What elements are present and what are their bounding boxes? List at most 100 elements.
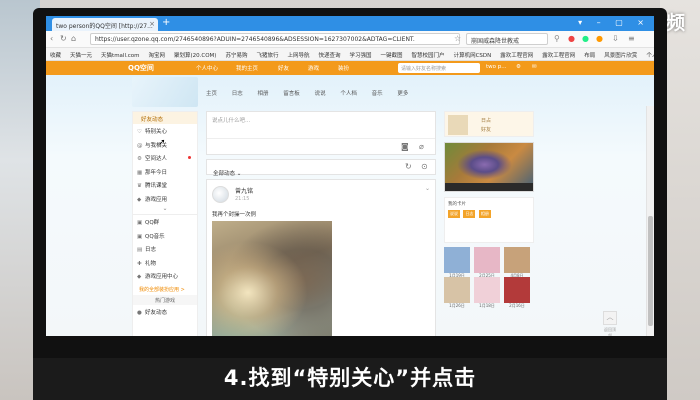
nav-album[interactable]: 相册 bbox=[258, 91, 269, 97]
avatar[interactable] bbox=[212, 186, 229, 203]
card-button-1[interactable]: 说说 bbox=[448, 210, 460, 218]
nav-messageboard[interactable]: 留言板 bbox=[283, 91, 300, 97]
extension-icon-3[interactable]: ● bbox=[596, 34, 603, 43]
friend-tile[interactable]: 4月8日 bbox=[504, 247, 530, 278]
bookmark-item[interactable]: 一键截图 bbox=[381, 53, 403, 59]
friend-tile[interactable]: 2月16日 bbox=[504, 277, 530, 308]
browser-search-input[interactable]: 崩国威森降世教戒 bbox=[466, 33, 548, 45]
sidebar-item-label: QQ群 bbox=[145, 220, 160, 226]
bookmark-item[interactable]: 聚划算(20.COM) bbox=[174, 53, 216, 59]
user-name[interactable]: two p... bbox=[486, 64, 507, 70]
qzone-search-input[interactable]: 请输入好友名称搜索 bbox=[398, 63, 480, 73]
sidebar-item-a-5[interactable]: ◆ 游戏应用 bbox=[133, 192, 197, 206]
bookmark-item[interactable]: 布局 bbox=[584, 53, 595, 59]
sidebar-item-label: 游戏应用中心 bbox=[145, 274, 179, 280]
search-icon[interactable]: ⚲ bbox=[554, 34, 560, 43]
bookmark-item[interactable]: 上网导航 bbox=[287, 53, 309, 59]
bookmark-item[interactable]: 飞猪旅行 bbox=[256, 53, 278, 59]
scroll-thumb[interactable] bbox=[648, 216, 653, 326]
bookmark-item[interactable]: 天猫tmall.com bbox=[101, 53, 139, 59]
card-button-3[interactable]: 相册 bbox=[478, 210, 491, 218]
menu-friends[interactable]: 好友 bbox=[278, 64, 289, 72]
nav-profile[interactable]: 个人档 bbox=[340, 91, 357, 97]
refresh-icon[interactable]: ↻ bbox=[60, 34, 67, 43]
menu-personal-center[interactable]: 个人中心 bbox=[196, 64, 218, 72]
sidebar-item-b-0[interactable]: ▣ QQ群 bbox=[133, 215, 197, 229]
sidebar-item-a-4[interactable]: ♛ 腾讯课堂 bbox=[133, 178, 197, 192]
sidebar-item-a-2[interactable]: ⚙ 空间达人 bbox=[133, 151, 197, 165]
url-input[interactable]: https://user.qzone.qq.com/2746540896?ADU… bbox=[90, 33, 460, 45]
sidebar-item-label: 礼物 bbox=[145, 260, 157, 267]
nav-home[interactable]: 主页 bbox=[206, 91, 217, 97]
nav-more[interactable]: 更多 bbox=[397, 91, 408, 97]
sidebar-item-b-2[interactable]: ▤ 日志 bbox=[133, 242, 197, 256]
nav-music[interactable]: 音乐 bbox=[372, 91, 383, 97]
settings-feed-icon[interactable]: ⊙ bbox=[421, 162, 428, 171]
card-button-2[interactable]: 日志 bbox=[463, 210, 476, 218]
post-photo[interactable] bbox=[212, 221, 332, 336]
back-to-top-button[interactable]: ︿ bbox=[603, 311, 617, 325]
friend-tile[interactable]: 1月26日 bbox=[444, 277, 470, 308]
bookmark-item[interactable]: 风景图片欣赏 bbox=[604, 53, 637, 59]
star-icon[interactable]: ☆ bbox=[454, 34, 461, 43]
browser-tab[interactable]: two person的QQ空间 [http://27... × bbox=[52, 18, 158, 31]
attach-icon[interactable]: ⌀ bbox=[419, 142, 424, 151]
qzone-logo[interactable]: QQ空间 bbox=[128, 63, 154, 73]
sidebar-item-b-3[interactable]: ✚ 礼物 bbox=[133, 256, 197, 270]
close-icon[interactable]: × bbox=[149, 20, 155, 28]
bookmark-item[interactable]: 收藏 bbox=[50, 53, 61, 59]
settings-icon[interactable]: ⚙ bbox=[516, 64, 521, 70]
birthday-tiles: 1月19日 2月25日 4月8日 1月26日 1月18日 2月16日 bbox=[444, 247, 534, 308]
nav-shuoshuo[interactable]: 说说 bbox=[315, 91, 326, 97]
friend-tile[interactable]: 1月18日 bbox=[474, 277, 500, 308]
sidebar-header[interactable]: 好友动态 bbox=[133, 112, 197, 124]
sidebar-item-b-4[interactable]: ◆ 游戏应用中心 bbox=[133, 269, 197, 283]
bookmark-item[interactable]: 露欢工程官网 bbox=[542, 53, 575, 59]
refresh-feed-icon[interactable]: ↻ bbox=[405, 162, 412, 171]
bookmark-item[interactable]: 露欢工程官网 bbox=[500, 53, 533, 59]
download-icon[interactable]: ⇩ bbox=[612, 34, 619, 43]
menu-icon[interactable]: ≡ bbox=[628, 34, 635, 43]
chevron-down-icon[interactable]: ⌄ bbox=[133, 205, 197, 215]
sidebar-item-b-1[interactable]: ▣ QQ音乐 bbox=[133, 229, 197, 243]
camera-icon[interactable]: ◙ bbox=[401, 142, 409, 151]
game-icon: ◆ bbox=[137, 274, 142, 280]
right-avatar[interactable] bbox=[448, 115, 468, 135]
sidebar-item-bottom[interactable]: ● 好友动态 bbox=[133, 305, 197, 319]
new-tab-button[interactable]: + bbox=[162, 17, 170, 28]
bookmark-item[interactable]: 快递查询 bbox=[319, 53, 341, 59]
bookmark-item[interactable]: 个人信息 bbox=[646, 53, 654, 59]
sidebar-item-a-3[interactable]: ▦ 那年今日 bbox=[133, 165, 197, 179]
caption-bar: 4.找到“特别关心”并点击 bbox=[33, 358, 667, 400]
window-controls[interactable]: ▾ – ▢ × bbox=[578, 18, 650, 27]
scrollbar[interactable] bbox=[646, 106, 654, 336]
all-apps-link[interactable]: 我的全部装扮应用 > bbox=[133, 283, 197, 295]
bookmark-item[interactable]: 智慧校园门户 bbox=[412, 53, 445, 59]
bookmark-item[interactable]: 天猫一元 bbox=[70, 53, 92, 59]
menu-dress[interactable]: 装扮 bbox=[338, 64, 349, 72]
hot-games-label[interactable]: 热门游戏 bbox=[133, 294, 197, 305]
menu-games[interactable]: 游戏 bbox=[308, 64, 319, 72]
bookmark-item[interactable]: 苏宁易购 bbox=[225, 53, 247, 59]
extension-icon-2[interactable]: ● bbox=[582, 34, 589, 43]
friend-tile[interactable]: 1月19日 bbox=[444, 247, 470, 278]
trophy-icon: ♛ bbox=[137, 183, 142, 189]
game-banner[interactable] bbox=[444, 142, 534, 192]
caption-text: 4.找到“特别关心”并点击 bbox=[223, 366, 477, 390]
menu-my-home[interactable]: 我的主页 bbox=[236, 64, 258, 72]
bookmark-item[interactable]: 学习强国 bbox=[350, 53, 372, 59]
post-author[interactable]: 曾九铭 bbox=[235, 186, 253, 195]
friend-tile[interactable]: 2月25日 bbox=[474, 247, 500, 278]
nav-blog[interactable]: 日志 bbox=[232, 91, 243, 97]
bookmark-item[interactable]: 淘宝网 bbox=[148, 53, 165, 59]
home-icon[interactable]: ⌂ bbox=[71, 34, 76, 43]
back-icon[interactable]: ‹ bbox=[50, 34, 53, 43]
sidebar-item-label: 特别关心 bbox=[145, 129, 168, 135]
bookmark-item[interactable]: 计算机网CSDN bbox=[454, 53, 492, 59]
status-composer[interactable]: 说点儿什么吧... ◙ ⌀ bbox=[206, 111, 436, 155]
composer-placeholder: 说点儿什么吧... bbox=[212, 118, 251, 124]
chevron-down-icon[interactable]: ⌄ bbox=[425, 185, 430, 192]
sidebar-item-a-0[interactable]: ♡ 特别关心 bbox=[133, 124, 197, 138]
extension-icon[interactable]: ● bbox=[568, 34, 575, 43]
bell-icon[interactable]: ✉ bbox=[532, 64, 537, 70]
